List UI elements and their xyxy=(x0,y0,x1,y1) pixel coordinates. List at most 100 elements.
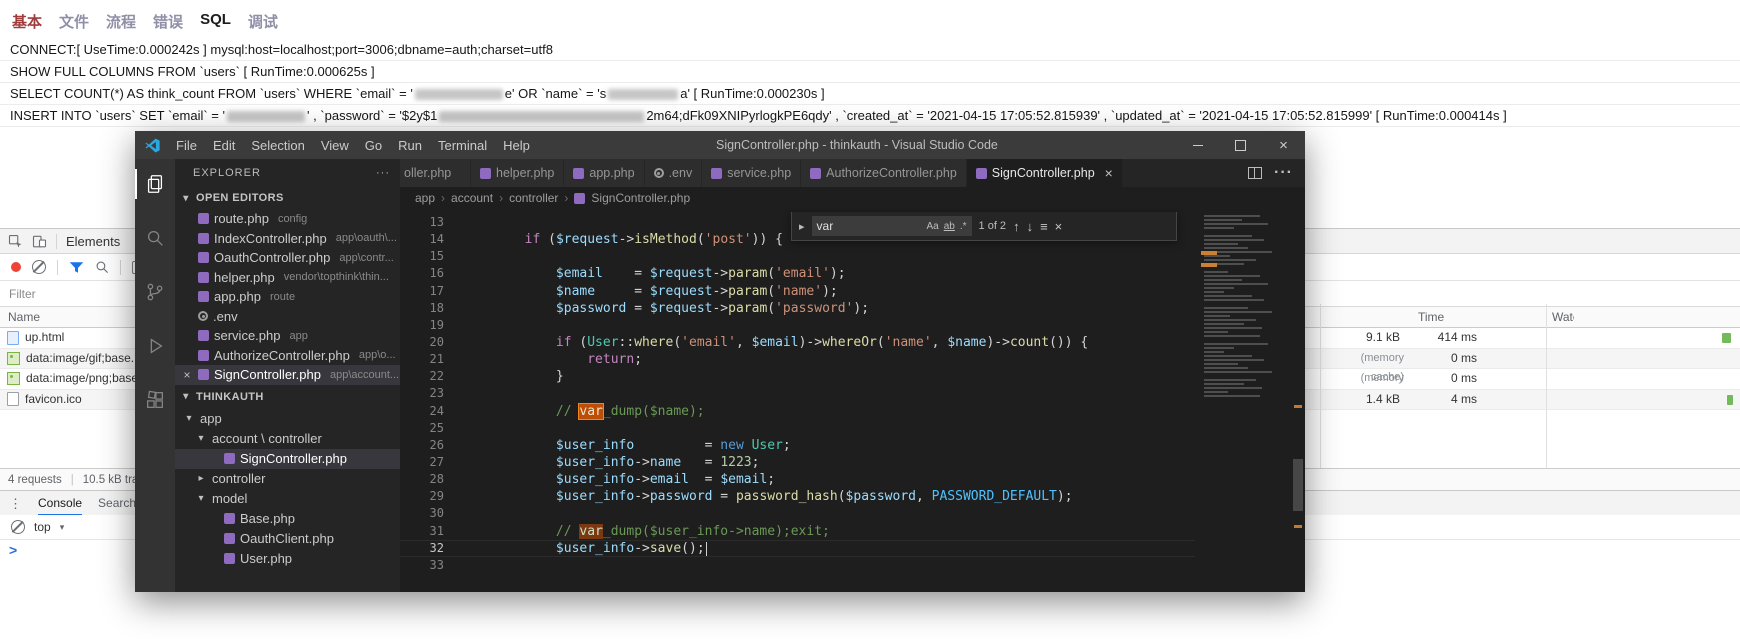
menu-terminal[interactable]: Terminal xyxy=(430,138,495,153)
titlebar[interactable]: File Edit Selection View Go Run Terminal Help S… xyxy=(135,131,1305,159)
whole-word-icon[interactable]: ab xyxy=(944,221,955,232)
editor-tab-oller-php[interactable]: oller.php xyxy=(400,159,471,187)
trace-tab-file[interactable]: 文件 xyxy=(59,11,89,32)
code-line-25[interactable]: 25 xyxy=(400,420,1195,437)
column-header-time[interactable]: Time xyxy=(1418,307,1444,327)
workspace-header[interactable]: ▾ THINKAUTH xyxy=(175,385,400,409)
open-editor-item-oauthcontroller-php[interactable]: OauthController.php app\contr... xyxy=(175,248,400,268)
menu-file[interactable]: File xyxy=(168,138,205,153)
editor-tab-authorizecontroller-php[interactable]: AuthorizeController.php xyxy=(801,159,967,187)
inspect-element-icon[interactable] xyxy=(8,234,23,249)
editor-tab-service-php[interactable]: service.php xyxy=(702,159,802,187)
tree-item-oauthclient-php[interactable]: OauthClient.php xyxy=(175,529,400,549)
tree-item-signcontroller-php[interactable]: SignController.php xyxy=(175,448,400,469)
code-line-16[interactable]: 16 $email = $request->param('email'); xyxy=(400,265,1195,282)
open-editors-header[interactable]: ▾ OPEN EDITORS xyxy=(175,187,400,209)
clear-console-icon[interactable] xyxy=(11,520,25,534)
previous-match-icon[interactable]: ↑ xyxy=(1013,220,1020,233)
explorer-icon[interactable] xyxy=(135,167,175,201)
search-icon[interactable] xyxy=(135,221,175,255)
breadcrumb[interactable]: app › account › controller › SignController.ph… xyxy=(400,187,1305,209)
tree-item-base-php[interactable]: Base.php xyxy=(175,509,400,529)
menu-edit[interactable]: Edit xyxy=(205,138,243,153)
code-line-15[interactable]: 15 xyxy=(400,248,1195,265)
open-editor-item-route-php[interactable]: route.php config xyxy=(175,209,400,229)
split-editor-icon[interactable] xyxy=(1248,167,1263,179)
trace-tab-basic[interactable]: 基本 xyxy=(12,11,42,32)
code-line-31[interactable]: 31 // var_dump($user_info->name);exit; xyxy=(400,523,1195,540)
open-editor-item-indexcontroller-php[interactable]: IndexController.php app\oauth\... xyxy=(175,229,400,249)
match-case-icon[interactable]: Aa xyxy=(927,221,939,232)
code-line-30[interactable]: 30 xyxy=(400,505,1195,522)
code-line-23[interactable]: 23 xyxy=(400,385,1195,402)
tab-search[interactable]: Search xyxy=(98,491,136,516)
menu-view[interactable]: View xyxy=(313,138,357,153)
record-icon[interactable] xyxy=(11,262,21,272)
code-line-28[interactable]: 28 $user_info->email = $email; xyxy=(400,471,1195,488)
menu-go[interactable]: Go xyxy=(357,138,390,153)
tab-elements[interactable]: Elements xyxy=(66,234,120,249)
editor-tab-env[interactable]: .env xyxy=(644,159,703,187)
code-line-32[interactable]: 32 $user_info->save(); xyxy=(400,540,1195,557)
maximize-button[interactable] xyxy=(1219,131,1262,159)
editor-scrollbar[interactable] xyxy=(1291,209,1305,592)
find-in-selection-icon[interactable]: ≡ xyxy=(1040,220,1048,233)
close-button[interactable]: × xyxy=(1262,131,1305,159)
menu-run[interactable]: Run xyxy=(390,138,430,153)
source-control-icon[interactable] xyxy=(135,275,175,309)
code-line-19[interactable]: 19 xyxy=(400,317,1195,334)
open-editor-item-app-php[interactable]: app.php route xyxy=(175,287,400,307)
editor-tab-helper-php[interactable]: helper.php xyxy=(471,159,565,187)
breadcrumb-item[interactable]: app xyxy=(415,191,435,205)
tree-item-account-controller[interactable]: ▾ account \ controller xyxy=(175,429,400,449)
column-header-name[interactable]: Name xyxy=(0,310,40,324)
breadcrumb-item[interactable]: SignController.php xyxy=(591,191,690,205)
find-expand-icon[interactable]: ▸ xyxy=(799,220,805,233)
tree-item-user-php[interactable]: User.php xyxy=(175,549,400,569)
more-actions-icon[interactable]: ··· xyxy=(1274,164,1293,182)
find-input[interactable]: var Aa ab .* xyxy=(811,216,972,236)
open-editor-item-signcontroller-php[interactable]: × SignController.php app\account... xyxy=(175,365,400,385)
close-icon[interactable]: × xyxy=(1055,220,1063,233)
code-line-24[interactable]: 24 // var_dump($name); xyxy=(400,402,1195,420)
code-line-26[interactable]: 26 $user_info = new User; xyxy=(400,437,1195,454)
run-debug-icon[interactable] xyxy=(135,329,175,363)
trace-tab-error[interactable]: 错误 xyxy=(153,11,183,32)
code-line-18[interactable]: 18 $password = $request->param('password… xyxy=(400,300,1195,317)
tree-item-model[interactable]: ▾ model xyxy=(175,489,400,509)
kebab-menu-icon[interactable]: ⋮ xyxy=(9,496,22,512)
open-editor-item-service-php[interactable]: service.php app xyxy=(175,326,400,346)
menu-selection[interactable]: Selection xyxy=(243,138,312,153)
code-line-20[interactable]: 20 if (User::where('email', $email)->whe… xyxy=(400,334,1195,351)
device-toolbar-icon[interactable] xyxy=(32,234,47,249)
code-line-17[interactable]: 17 $name = $request->param('name'); xyxy=(400,283,1195,300)
open-editor-item-env[interactable]: .env xyxy=(175,307,400,327)
more-actions-icon[interactable]: ··· xyxy=(376,167,390,179)
scrollbar-thumb[interactable] xyxy=(1293,459,1303,511)
tree-item-controller[interactable]: ▸ controller xyxy=(175,469,400,489)
tab-console[interactable]: Console xyxy=(38,491,82,516)
breadcrumb-item[interactable]: account xyxy=(451,191,493,205)
regex-icon[interactable]: .* xyxy=(960,221,967,232)
minimap[interactable] xyxy=(1199,209,1291,592)
minimize-button[interactable] xyxy=(1176,131,1219,159)
clear-icon[interactable] xyxy=(32,260,46,274)
close-icon[interactable]: × xyxy=(1105,166,1113,180)
breadcrumb-item[interactable]: controller xyxy=(509,191,558,205)
search-icon[interactable] xyxy=(95,260,109,274)
filter-icon[interactable] xyxy=(69,261,84,274)
code-line-29[interactable]: 29 $user_info->password = password_hash(… xyxy=(400,488,1195,505)
column-divider[interactable] xyxy=(1546,304,1547,468)
open-editor-item-helper-php[interactable]: helper.php vendor\topthink\thin... xyxy=(175,268,400,288)
code-editor[interactable]: 13 14 if ($request->isMethod('post')) {15… xyxy=(400,209,1305,592)
code-line-21[interactable]: 21 return; xyxy=(400,351,1195,368)
code-line-33[interactable]: 33 xyxy=(400,557,1195,574)
filter-input[interactable]: Filter xyxy=(9,287,36,301)
menu-help[interactable]: Help xyxy=(495,138,538,153)
editor-tab-signcontroller-php[interactable]: SignController.php × xyxy=(966,159,1123,187)
trace-tab-sql[interactable]: SQL xyxy=(200,11,231,32)
open-editor-item-authorizecontroller-php[interactable]: AuthorizeController.php app\o... xyxy=(175,346,400,366)
column-divider[interactable] xyxy=(1320,304,1321,468)
column-header-waterfall[interactable]: Waterfall xyxy=(1552,307,1574,327)
code-line-27[interactable]: 27 $user_info->name = 1223; xyxy=(400,454,1195,471)
